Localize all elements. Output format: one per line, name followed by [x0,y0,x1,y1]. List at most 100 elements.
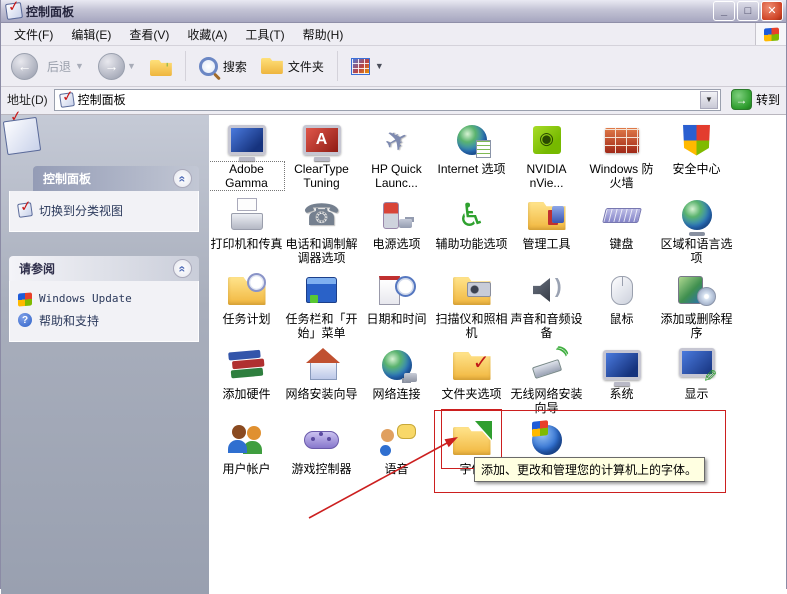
back-dropdown[interactable]: ▼ [75,61,84,71]
item-label: 日期和时间 [366,312,427,326]
menu-item-5[interactable]: 帮助(H) [294,24,353,45]
views-icon [350,57,370,75]
forward-dropdown[interactable]: ▼ [127,61,136,71]
content-area: Adobe Gamma ClearType Tuning HP Quick Laun… [209,115,786,594]
icon-grid: Adobe Gamma ClearType Tuning HP Quick Laun… [209,115,786,493]
item-label: ClearType Tuning [294,162,349,190]
control-panel-item[interactable]: 用户帐户 [209,418,284,493]
item-label: 鼠标 [609,312,634,326]
control-panel-item[interactable]: 区域和语言选项 [659,193,734,268]
panel-header[interactable]: 控制面板 « [33,166,199,191]
maximize-button[interactable]: □ [737,1,759,21]
control-panel-item[interactable]: 语音 [359,418,434,493]
minimize-button[interactable]: _ [713,1,735,21]
control-panel-item[interactable]: HP Quick Launc... [359,118,434,193]
control-panel-item[interactable]: 无线网络安装向导 [509,343,584,418]
nvidia-icon [524,118,570,162]
control-panel-item[interactable]: 添加硬件 [209,343,284,418]
panel-header[interactable]: 请参阅 « [9,256,199,281]
sidebar-item-switch-view[interactable]: 切换到分类视图 [16,199,194,222]
up-folder-icon: ↑ [149,60,172,76]
regional-globe-icon [674,193,720,237]
control-panel-item[interactable]: 任务栏和「开始」菜单 [284,268,359,343]
address-bar: 地址(D) 控制面板 ▼ → 转到 [1,87,786,115]
back-button[interactable]: ← 后退 [5,50,73,83]
control-panel-item[interactable]: 辅助功能选项 [434,193,509,268]
control-panel-item[interactable]: 显示 [659,343,734,418]
folders-icon [260,58,283,74]
item-label: 网络安装向导 [285,387,358,401]
security-shield-icon [674,118,720,162]
control-panel-item[interactable]: 任务计划 [209,268,284,343]
control-panel-item[interactable]: Adobe Gamma [209,118,285,193]
phone-modem-icon [299,193,345,237]
item-label: Adobe Gamma [209,161,285,191]
item-label: 管理工具 [522,237,571,251]
control-panel-item[interactable]: 游戏控制器 [284,418,359,493]
collapse-chevron-icon[interactable]: « [173,169,192,188]
item-label: 语音 [384,462,409,476]
control-panel-item[interactable]: 电话和调制解调器选项 [284,193,359,268]
address-input[interactable]: 控制面板 ▼ [53,88,721,111]
item-label: 安全中心 [672,162,721,176]
control-panel-item[interactable]: 添加或删除程序 [659,268,734,343]
control-panel-item[interactable]: NVIDIA nVie... [509,118,584,193]
collapse-chevron-icon[interactable]: « [173,259,192,278]
control-panel-item[interactable]: 日期和时间 [359,268,434,343]
forward-button[interactable]: → [92,50,125,83]
control-panel-item[interactable]: 鼠标 [584,268,659,343]
control-panel-item[interactable]: 网络连接 [359,343,434,418]
add-remove-programs-icon [674,268,720,312]
menu-item-4[interactable]: 工具(T) [236,24,293,45]
folders-button[interactable]: 文件夹 [255,55,330,78]
go-label: 转到 [755,93,780,107]
control-panel-item[interactable]: 文件夹选项 [434,343,509,418]
control-panel-item[interactable]: 键盘 [584,193,659,268]
close-button[interactable]: ✕ [761,1,783,21]
control-panel-item[interactable]: 声音和音频设备 [509,268,584,343]
control-panel-item[interactable]: 系统 [584,343,659,418]
sidebar: 控制面板 « 切换到分类视图 请参阅 « Windows Update [1,115,209,594]
network-connections-globe-icon [374,343,420,387]
control-panel-item[interactable]: Windows 防火墙 [584,118,659,193]
menu-item-2[interactable]: 查看(V) [120,24,178,45]
system-icon [599,343,645,387]
item-label: 扫描仪和照相机 [435,312,508,340]
item-label: 任务栏和「开始」菜单 [285,312,358,340]
menu-item-1[interactable]: 编辑(E) [62,24,120,45]
item-label: 打印机和传真 [210,237,283,251]
address-dropdown[interactable]: ▼ [699,90,718,109]
control-panel-item[interactable]: Internet 选项 [434,118,509,193]
control-panel-item[interactable]: ClearType Tuning [284,118,359,193]
control-panel-item[interactable]: 扫描仪和照相机 [434,268,509,343]
window-titlebar: 控制面板 _ □ ✕ [1,0,786,23]
item-label: HP Quick Launc... [371,162,422,190]
item-label: 游戏控制器 [291,462,352,476]
display-icon [674,343,720,387]
category-view-icon [18,203,32,217]
menu-bar: 文件(F) 编辑(E) 查看(V) 收藏(A) 工具(T) 帮助(H) [1,23,786,46]
control-panel-item[interactable]: 电源选项 [359,193,434,268]
search-button[interactable]: 搜索 [193,54,253,79]
go-icon: → [730,89,752,110]
item-label: 键盘 [609,237,634,251]
control-panel-item[interactable]: 管理工具 [509,193,584,268]
address-label: 地址(D) [7,93,48,107]
toolbar-separator [336,51,338,81]
mouse-icon [599,268,645,312]
panel-title: 控制面板 [43,172,92,186]
speech-icon [374,418,420,462]
sidebar-item-help[interactable]: ? 帮助和支持 [16,309,194,332]
search-icon [198,56,218,76]
sidebar-item-windows-update[interactable]: Windows Update [16,289,194,309]
control-panel-item[interactable]: 网络安装向导 [284,343,359,418]
item-label: 添加硬件 [222,387,271,401]
views-button[interactable]: ▼ [345,55,396,78]
go-button[interactable]: → 转到 [727,89,784,110]
window-title: 控制面板 [26,4,75,19]
control-panel-item[interactable]: 安全中心 [659,118,734,193]
menu-item-3[interactable]: 收藏(A) [178,24,236,45]
menu-item-0[interactable]: 文件(F) [5,24,62,45]
control-panel-item[interactable]: 打印机和传真 [209,193,284,268]
up-button[interactable]: ↑ [144,53,178,79]
